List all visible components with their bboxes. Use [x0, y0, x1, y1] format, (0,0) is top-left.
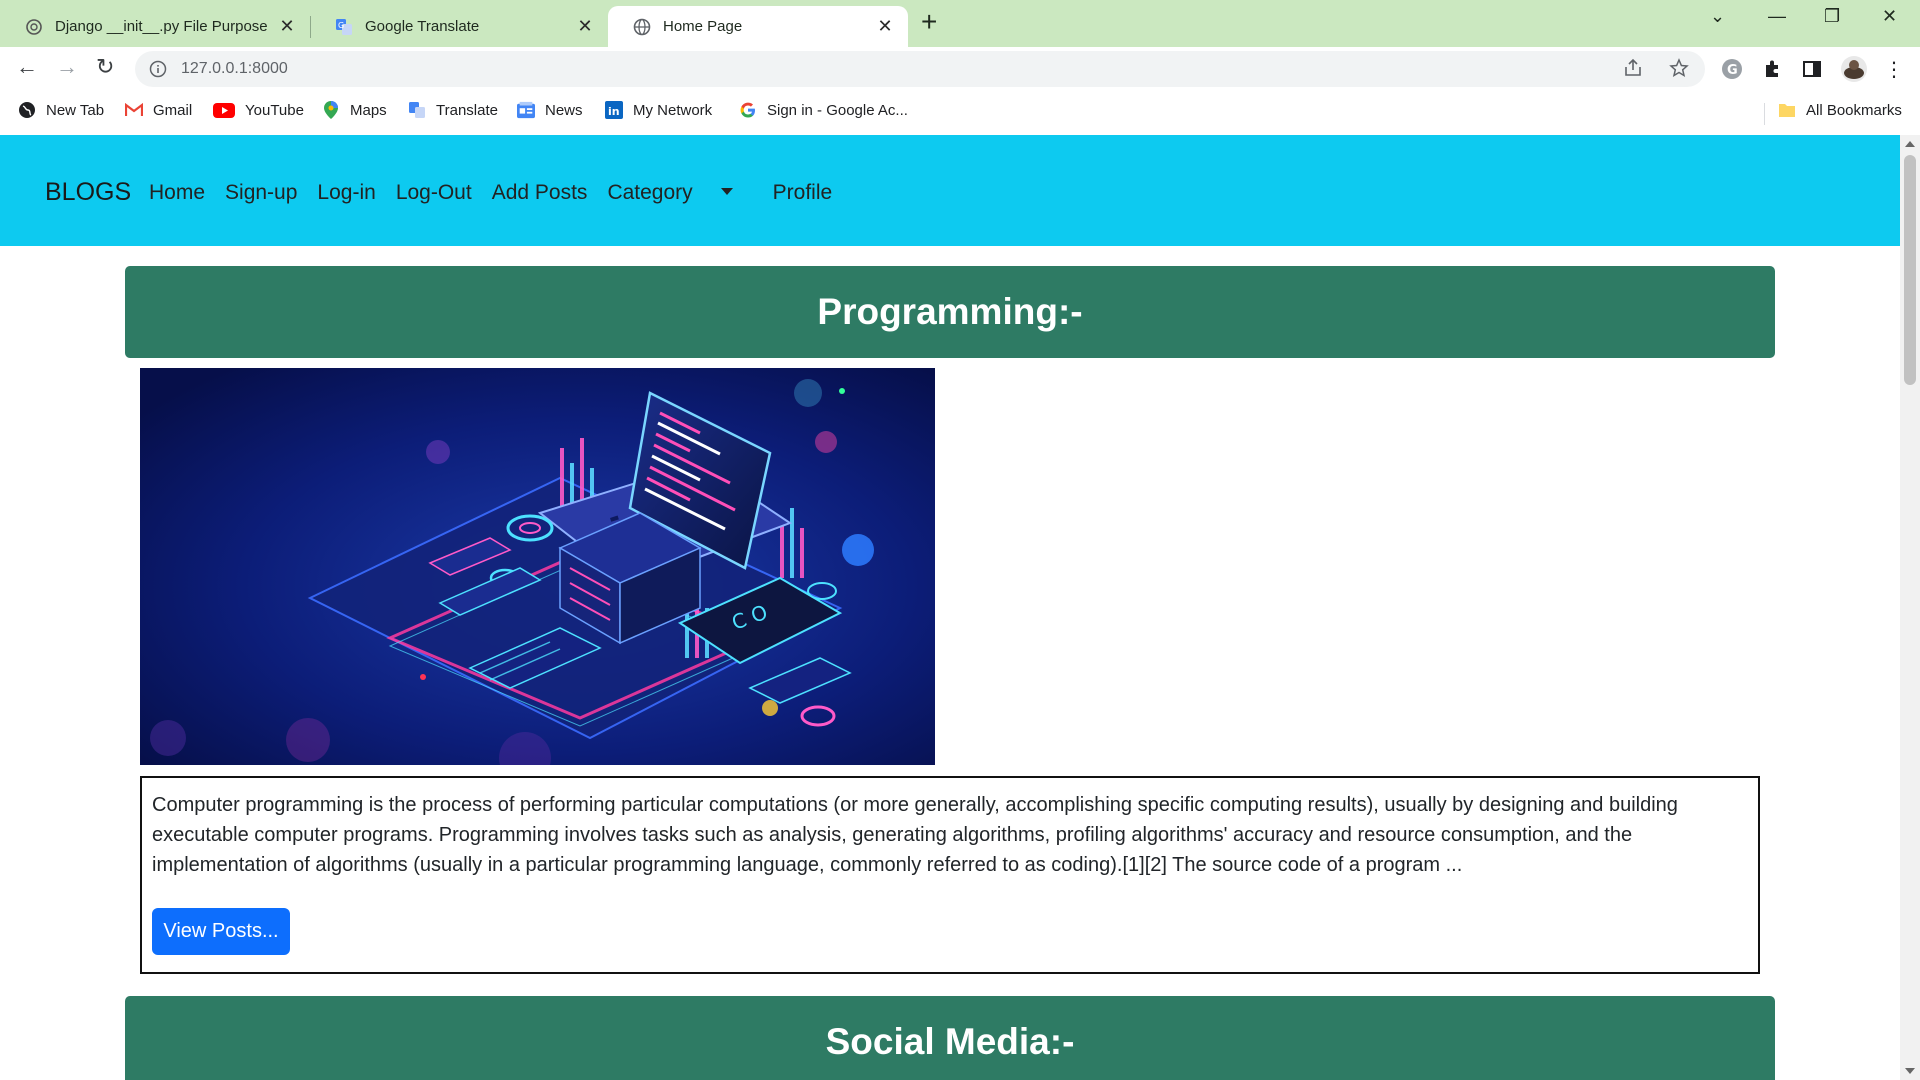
- all-bookmarks-folder[interactable]: All Bookmarks: [1778, 101, 1902, 119]
- tab-search-icon[interactable]: ⌄: [1710, 6, 1725, 27]
- bookmark-label: Maps: [350, 101, 387, 119]
- bookmark-my-network[interactable]: in My Network: [605, 101, 712, 119]
- profile-avatar[interactable]: [1840, 55, 1868, 83]
- bookmark-new-tab[interactable]: New Tab: [18, 101, 104, 119]
- bookmarks-bar: New Tab Gmail YouTube Maps Translate New…: [0, 91, 1920, 136]
- share-icon[interactable]: [1623, 58, 1643, 83]
- bookmark-label: All Bookmarks: [1806, 101, 1902, 119]
- scroll-down-icon[interactable]: [1905, 1068, 1915, 1074]
- close-window-button[interactable]: ✕: [1882, 6, 1897, 27]
- svg-text:in: in: [608, 105, 620, 118]
- bookmark-translate[interactable]: Translate: [408, 101, 498, 119]
- browser-toolbar: ← → ↻ 127.0.0.1:8000 G ⋮: [0, 47, 1920, 91]
- minimize-button[interactable]: —: [1768, 6, 1786, 27]
- menu-icon[interactable]: ⋮: [1882, 57, 1906, 81]
- bookmark-label: Sign in - Google Ac...: [767, 101, 908, 119]
- tab-label: Home Page: [663, 18, 743, 35]
- bookmark-google-signin[interactable]: Sign in - Google Ac...: [739, 101, 908, 119]
- youtube-icon: [213, 101, 235, 119]
- openai-icon: [25, 18, 43, 36]
- folder-icon: [1778, 101, 1796, 119]
- grammarly-icon[interactable]: G: [1720, 57, 1744, 81]
- bookmark-label: YouTube: [245, 101, 304, 119]
- nav-category-label: Category: [607, 181, 693, 204]
- category-header: Social Media:-: [125, 996, 1775, 1080]
- maps-icon: [322, 101, 340, 119]
- restore-button[interactable]: ❐: [1824, 6, 1840, 27]
- bookmark-news[interactable]: News: [517, 101, 583, 119]
- bookmark-label: My Network: [633, 101, 713, 119]
- nav-home[interactable]: Home: [149, 181, 205, 205]
- nav-profile[interactable]: Profile: [773, 181, 833, 205]
- gmail-icon: [125, 101, 143, 119]
- tab-label: Google Translate: [365, 18, 480, 35]
- category-description: Computer programming is the process of p…: [152, 794, 1678, 876]
- forward-icon[interactable]: →: [56, 55, 78, 79]
- nav-add-posts[interactable]: Add Posts: [492, 181, 588, 205]
- bookmark-label: New Tab: [46, 101, 105, 119]
- translate-icon: [408, 101, 426, 119]
- url-text[interactable]: 127.0.0.1:8000: [181, 60, 288, 78]
- caret-down-icon: [720, 187, 733, 195]
- new-tab-button[interactable]: +: [921, 8, 937, 36]
- site-info-icon[interactable]: [149, 60, 167, 78]
- tab-django[interactable]: Django __init__.py File Purpose ✕: [0, 6, 310, 47]
- tab-home-page[interactable]: Home Page ✕: [608, 6, 908, 47]
- page-scrollbar[interactable]: [1900, 135, 1920, 1080]
- nav-category-dropdown[interactable]: Category: [607, 181, 752, 205]
- translate-icon: G: [335, 18, 353, 36]
- tab-google-translate[interactable]: G Google Translate ✕: [310, 6, 608, 47]
- tab-label: Django __init__.py File Purpose: [55, 18, 268, 35]
- nav-log-out[interactable]: Log-Out: [396, 181, 472, 205]
- page-viewport: BLOGS Home Sign-up Log-in Log-Out Add Po…: [0, 135, 1900, 1080]
- reload-icon[interactable]: ↻: [96, 55, 114, 79]
- news-icon: [517, 101, 535, 119]
- svg-text:G: G: [338, 21, 344, 30]
- close-icon[interactable]: ✕: [576, 16, 594, 37]
- nav-sign-up[interactable]: Sign-up: [225, 181, 297, 205]
- category-card: Computer programming is the process of p…: [140, 776, 1760, 974]
- programming-image: C O: [140, 368, 935, 765]
- nav-log-in[interactable]: Log-in: [317, 181, 375, 205]
- globe-icon: [18, 101, 36, 119]
- close-icon[interactable]: ✕: [876, 16, 894, 37]
- bookmark-youtube[interactable]: YouTube: [213, 101, 304, 119]
- scroll-up-icon[interactable]: [1905, 141, 1915, 147]
- bookmark-maps[interactable]: Maps: [322, 101, 387, 119]
- globe-icon: [633, 18, 651, 36]
- bookmark-gmail[interactable]: Gmail: [125, 101, 192, 119]
- back-icon[interactable]: ←: [16, 55, 38, 79]
- bookmark-label: News: [545, 101, 583, 119]
- side-panel-icon[interactable]: [1800, 57, 1824, 81]
- nav-links: Home Sign-up Log-in Log-Out Add Posts Ca…: [149, 181, 852, 205]
- svg-text:G: G: [1727, 63, 1738, 78]
- bookmark-divider: [1764, 103, 1765, 125]
- close-icon[interactable]: ✕: [278, 16, 296, 37]
- scrollbar-thumb[interactable]: [1904, 155, 1916, 385]
- view-posts-button[interactable]: View Posts...: [152, 908, 290, 955]
- bookmark-star-icon[interactable]: [1669, 58, 1689, 83]
- extensions-icon[interactable]: [1760, 57, 1784, 81]
- linkedin-icon: in: [605, 101, 623, 119]
- site-brand[interactable]: BLOGS: [45, 178, 131, 207]
- category-header: Programming:-: [125, 266, 1775, 358]
- google-icon: [739, 101, 757, 119]
- bookmark-label: Translate: [436, 101, 498, 119]
- tab-strip: Django __init__.py File Purpose ✕ G Goog…: [0, 0, 1920, 47]
- address-bar[interactable]: 127.0.0.1:8000: [135, 51, 1705, 87]
- site-navbar: BLOGS Home Sign-up Log-in Log-Out Add Po…: [0, 135, 1900, 246]
- bookmark-label: Gmail: [153, 101, 193, 119]
